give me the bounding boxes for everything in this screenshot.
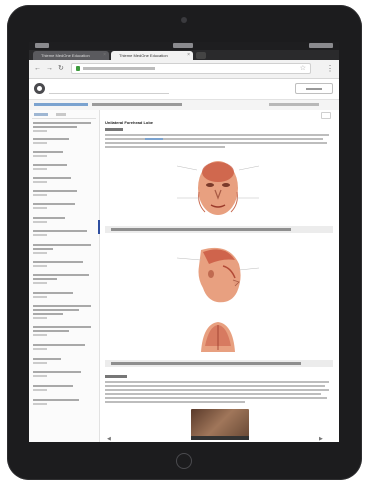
face-profile-illustration — [176, 247, 260, 303]
figure-3 — [163, 316, 273, 354]
browser-tab-1[interactable]: Thieme MedOne Education × — [33, 51, 109, 60]
lock-icon — [76, 66, 80, 71]
reload-icon[interactable]: ↻ — [58, 65, 64, 73]
figure-2 — [163, 238, 273, 308]
video-controls[interactable] — [191, 436, 249, 440]
sidebar-scroll-indicator — [98, 220, 100, 234]
browser-tab-2-label: Thieme MedOne Education — [119, 53, 168, 58]
back-arrow-icon[interactable]: ← — [34, 65, 41, 73]
sidebar-item[interactable] — [33, 164, 93, 170]
paragraph-line — [105, 389, 329, 391]
sidebar-item[interactable] — [33, 305, 93, 319]
status-bar — [29, 42, 339, 50]
site-header — [29, 79, 339, 100]
close-icon[interactable]: × — [187, 51, 190, 60]
star-icon[interactable]: ☆ — [300, 64, 306, 72]
paragraph-line — [105, 134, 329, 136]
close-icon[interactable]: × — [103, 51, 106, 60]
sidebar-tab-2[interactable] — [56, 113, 66, 116]
address-bar[interactable]: ☆ — [71, 63, 311, 74]
logo-icon[interactable] — [34, 83, 45, 94]
header-button[interactable] — [295, 83, 333, 94]
sidebar-item[interactable] — [33, 203, 93, 209]
sidebar-item[interactable] — [33, 244, 93, 254]
header-button-label — [306, 88, 322, 90]
paragraph-line — [105, 142, 327, 144]
header-right-link[interactable] — [269, 103, 319, 106]
print-icon[interactable] — [321, 112, 331, 119]
status-carrier — [35, 43, 49, 48]
article: Unilateral Forehead Lobe ◀ ▶ — [105, 110, 333, 442]
sidebar-item[interactable] — [33, 274, 93, 284]
face-front-illustration — [176, 161, 260, 215]
breadcrumb — [34, 103, 234, 107]
figure-3-caption — [105, 360, 333, 367]
tablet-screen: Thieme MedOne Education × Thieme MedOne … — [29, 42, 339, 442]
new-tab-button[interactable] — [196, 52, 206, 59]
sidebar-item[interactable] — [33, 385, 93, 391]
caption-text — [111, 362, 301, 365]
breadcrumb-current — [92, 103, 182, 106]
sidebar-item[interactable] — [33, 261, 93, 267]
paragraph-line — [105, 385, 325, 387]
paragraph-line — [105, 393, 321, 395]
paragraph-line — [105, 138, 323, 140]
status-battery — [309, 43, 333, 48]
forehead-illustration — [201, 322, 235, 352]
sidebar-item-active[interactable] — [33, 217, 93, 223]
figure-1 — [163, 152, 273, 222]
browser-tab-1-label: Thieme MedOne Education — [41, 53, 90, 58]
address-toolbar: ← → ↻ ☆ ⋮ — [29, 60, 339, 79]
sidebar-tabs — [32, 112, 96, 119]
sidebar-item[interactable] — [33, 122, 93, 132]
breadcrumb-link[interactable] — [34, 103, 88, 106]
sidebar-item[interactable] — [33, 138, 93, 144]
menu-icon[interactable]: ⋮ — [326, 64, 334, 73]
front-camera — [181, 17, 187, 23]
sidebar-item[interactable] — [33, 371, 93, 377]
article-title: Unilateral Forehead Lobe — [105, 120, 154, 125]
sidebar-item[interactable] — [33, 190, 93, 196]
home-button[interactable] — [176, 453, 192, 469]
main-content: Unilateral Forehead Lobe ◀ ▶ — [29, 110, 339, 442]
next-page-icon[interactable]: ▶ — [319, 436, 323, 442]
sidebar-item[interactable] — [33, 177, 93, 183]
sidebar-item[interactable] — [33, 344, 93, 350]
paragraph-line — [105, 146, 225, 148]
paragraph-line — [105, 401, 245, 403]
sidebar-item[interactable] — [33, 399, 93, 405]
status-time — [173, 43, 193, 48]
sidebar-tab-1[interactable] — [34, 113, 48, 116]
logo-inner — [37, 86, 42, 91]
sidebar-item[interactable] — [33, 230, 93, 236]
sidebar-item[interactable] — [33, 358, 93, 364]
browser-tab-strip: Thieme MedOne Education × Thieme MedOne … — [29, 50, 339, 60]
article-subheading — [105, 128, 123, 131]
browser-tab-2[interactable]: Thieme MedOne Education × — [111, 51, 193, 60]
forward-arrow-icon[interactable]: → — [46, 65, 53, 73]
paragraph-line — [105, 381, 329, 383]
chapter-sidebar — [29, 110, 100, 442]
prev-page-icon[interactable]: ◀ — [107, 436, 111, 442]
sidebar-item[interactable] — [33, 292, 93, 298]
sidebar-item[interactable] — [33, 151, 93, 157]
search-input[interactable] — [49, 84, 169, 94]
figure-link[interactable] — [145, 138, 163, 140]
sidebar-item[interactable] — [33, 326, 93, 336]
video-thumbnail[interactable] — [191, 409, 249, 437]
section-heading — [105, 375, 127, 378]
url-text — [83, 67, 155, 70]
paragraph-line — [105, 397, 327, 399]
figure-1-caption — [105, 226, 333, 233]
caption-text — [111, 228, 291, 231]
